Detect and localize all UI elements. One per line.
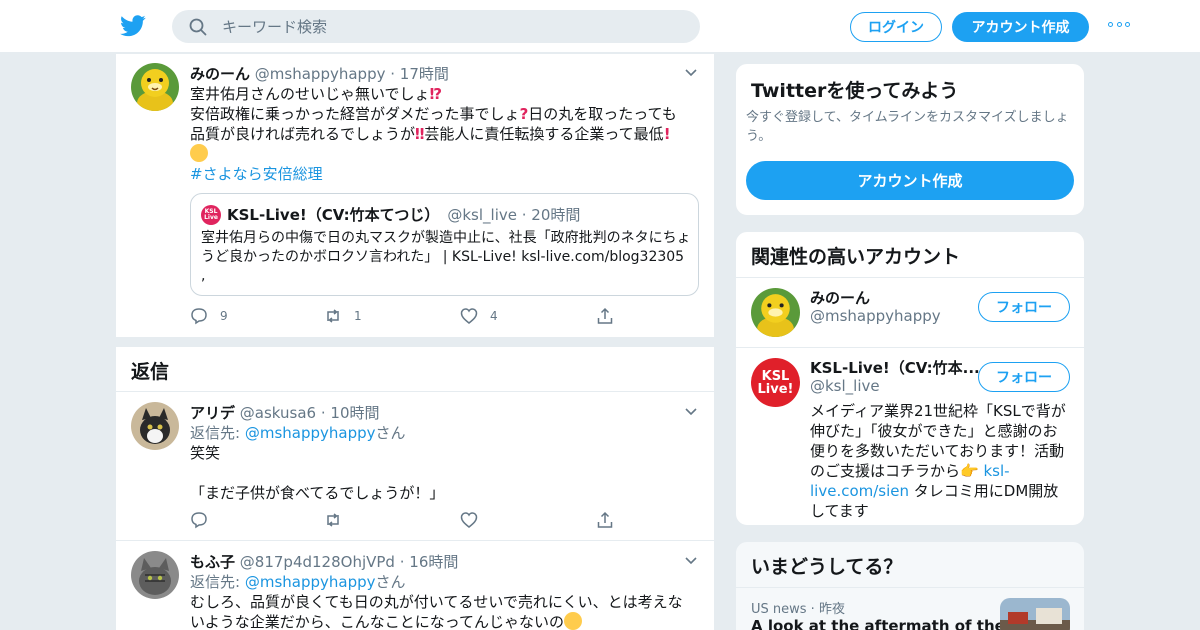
tweet-actions: 9 1 4 (190, 307, 630, 327)
reply-to-link[interactable]: @mshappyhappy (245, 573, 376, 591)
reply-tweet[interactable]: もふ子 @817p4d128OhjVPd · 16時間 返信先: @mshapp… (116, 541, 714, 630)
share-button[interactable] (596, 511, 626, 529)
share-button[interactable] (596, 307, 626, 325)
quoted-avatar: KSL Live (201, 204, 221, 225)
top-bar: ログイン アカウント作成 (0, 0, 1200, 53)
reply-to-link[interactable]: @mshappyhappy (245, 424, 376, 442)
like-button[interactable] (460, 511, 490, 529)
account-screen-name[interactable]: @mshappyhappy (810, 307, 941, 325)
interrobang-emoji-icon: ⁉ (429, 85, 442, 103)
signup-card-button[interactable]: アカウント作成 (746, 161, 1074, 200)
trends-card: いまどうしてる？ US news · 昨夜 A look at the afte… (735, 541, 1085, 630)
login-button[interactable]: ログイン (850, 12, 942, 42)
replies-heading: 返信 (131, 361, 170, 383)
tweet-time[interactable]: 17時間 (400, 65, 449, 83)
reply-context: 返信先: @mshappyhappyさん (190, 424, 406, 442)
hashtag-link[interactable]: #さよなら安倍総理 (190, 165, 323, 183)
reply-context: 返信先: @mshappyhappyさん (190, 573, 406, 591)
follow-button[interactable]: フォロー (978, 362, 1070, 392)
trend-item[interactable]: US news · 昨夜 A look at the aftermath of … (736, 588, 1084, 630)
tweet-time[interactable]: 16時間 (409, 553, 458, 571)
retweet-button[interactable] (324, 511, 354, 529)
twitter-logo-icon[interactable] (120, 14, 146, 38)
reply-button[interactable] (190, 511, 220, 529)
pointing-hand-emoji-icon: 👉 (960, 462, 979, 480)
retweet-icon (327, 309, 339, 323)
quoted-time: 20時間 (531, 206, 581, 224)
related-account-item[interactable]: みのーん @mshappyhappy フォロー (736, 278, 1084, 347)
trends-title: いまどうしてる？ (751, 556, 903, 578)
trend-meta: US news · 昨夜 (751, 602, 845, 617)
rolling-eyes-emoji-icon (563, 612, 582, 630)
main-column: みのーん @mshappyhappy · 17時間 室井佑月さんのせいじゃ無いで… (116, 54, 714, 630)
tweet-text: 返信先: @mshappyhappyさん 笑笑 「まだ子供が食べてるでしょうが！… (190, 423, 700, 503)
tweet-header: アリデ @askusa6 · 10時間 (190, 404, 380, 422)
reply-button[interactable]: 9 (190, 307, 228, 325)
tweet-text: 返信先: @mshappyhappyさん むしろ、品質が良くても日の丸が付いてる… (190, 572, 700, 630)
author-name[interactable]: アリデ (190, 404, 235, 422)
author-name[interactable]: もふ子 (190, 553, 235, 571)
tweet[interactable]: みのーん @mshappyhappy · 17時間 室井佑月さんのせいじゃ無いで… (116, 54, 714, 337)
reply-tweet[interactable]: アリデ @askusa6 · 10時間 返信先: @mshappyhappyさん… (116, 392, 714, 540)
author-name[interactable]: みのーん (190, 65, 250, 83)
quoted-text: 室井佑月らの中傷で日の丸マスクが製造中止に、社長「政府批判のネタにちょうど良かっ… (201, 230, 691, 284)
tweet-time[interactable]: 10時間 (330, 404, 379, 422)
tweet-header: みのーん @mshappyhappy · 17時間 (190, 65, 449, 83)
tweet-header: もふ子 @817p4d128OhjVPd · 16時間 (190, 553, 459, 571)
follow-button[interactable]: フォロー (978, 292, 1070, 322)
tweet-actions (190, 511, 630, 531)
question-mark-emoji-icon: ? (519, 105, 529, 123)
section-separator (116, 337, 714, 347)
author-screen-name[interactable]: @askusa6 (240, 404, 316, 422)
double-exclamation-emoji-icon: ‼ (415, 125, 425, 143)
tweet-text: 室井佑月さんのせいじゃ無いでしょ⁉ 安倍政権に乗っかった経営がダメだった事でしょ… (190, 85, 677, 183)
search-box[interactable] (172, 10, 700, 43)
quoted-screen-name: @ksl_live (447, 205, 517, 224)
trend-thumbnail (1000, 598, 1070, 630)
like-button[interactable]: 4 (460, 307, 498, 325)
chevron-down-icon[interactable] (685, 408, 697, 416)
avatar[interactable]: KSL Live! (751, 358, 800, 407)
account-screen-name[interactable]: @ksl_live (810, 377, 880, 395)
share-icon (597, 511, 613, 528)
signup-card-title: Twitterを使ってみよう (751, 80, 959, 102)
account-name[interactable]: KSL-Live!（CV:竹本... (810, 357, 980, 378)
signup-card-description: 今すぐ登録して、タイムラインをカスタマイズしましょう。 (746, 110, 1069, 144)
account-name[interactable]: みのーん (810, 287, 870, 308)
avatar[interactable] (131, 551, 179, 599)
scream-emoji-icon (190, 144, 208, 162)
trend-headline: A look at the aftermath of the (751, 617, 1005, 630)
quoted-tweet[interactable]: KSL Live KSL-Live!（CV:竹本てつじ） @ksl_live · … (190, 193, 699, 296)
avatar[interactable] (131, 402, 179, 450)
retweet-icon (327, 513, 339, 527)
reply-icon (191, 308, 207, 325)
avatar[interactable] (131, 63, 179, 111)
related-accounts-card: 関連性の高いアカウント みのーん @mshappyhappy フォロー KSL … (735, 231, 1085, 526)
author-screen-name[interactable]: @mshappyhappy (255, 65, 386, 83)
chevron-down-icon[interactable] (685, 69, 697, 77)
signup-card: Twitterを使ってみよう 今すぐ登録して、タイムラインをカスタマイズしましょ… (735, 63, 1085, 216)
heart-icon (460, 512, 478, 528)
chevron-down-icon[interactable] (685, 557, 697, 565)
account-bio: メイディア業界21世紀枠「KSLで背が伸びた」「彼女ができた」と感謝のお便りを多… (810, 402, 1066, 520)
reply-icon (191, 512, 207, 529)
related-accounts-title: 関連性の高いアカウント (751, 246, 961, 268)
retweet-button[interactable]: 1 (324, 307, 362, 325)
search-input[interactable] (222, 10, 682, 43)
heart-icon (460, 308, 478, 324)
quoted-author-name: KSL-Live!（CV:竹本てつじ） (227, 206, 440, 224)
search-icon (189, 18, 207, 36)
more-icon[interactable] (1108, 22, 1130, 30)
exclamation-emoji-icon: ! (663, 125, 671, 143)
avatar[interactable] (751, 288, 800, 337)
signup-button[interactable]: アカウント作成 (952, 12, 1089, 42)
author-screen-name[interactable]: @817p4d128OhjVPd (240, 553, 395, 571)
share-icon (597, 307, 613, 324)
related-account-item[interactable]: KSL Live! KSL-Live!（CV:竹本... @ksl_live フ… (736, 348, 1084, 525)
